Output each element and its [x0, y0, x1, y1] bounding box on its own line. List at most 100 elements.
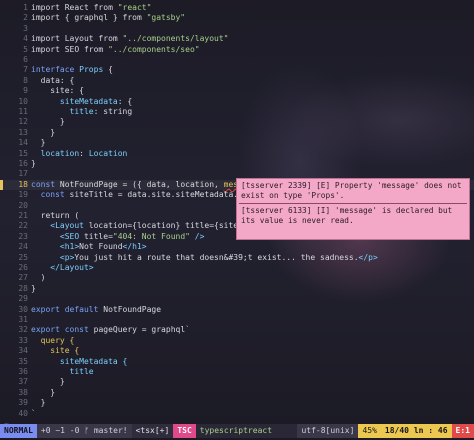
code-line[interactable]: 38 }	[0, 388, 474, 398]
code-token: }	[31, 377, 65, 387]
code-text: site {	[31, 346, 79, 356]
code-text: import Layout from "../components/layout…	[31, 34, 228, 44]
code-token: You just hit a route that doesn&#39;t ex…	[74, 252, 359, 262]
code-text: }	[31, 398, 46, 408]
line-number: 27	[18, 273, 28, 283]
line-number: 32	[18, 325, 28, 335]
code-text: }	[31, 284, 36, 294]
code-text: return (	[31, 211, 80, 221]
line-number: 7	[23, 65, 28, 75]
code-token: }	[31, 117, 65, 127]
code-line[interactable]: 15 location: Location	[0, 149, 474, 159]
code-line[interactable]: 14 }	[0, 138, 474, 148]
code-text: export const pageQuery = graphql`	[31, 325, 190, 335]
code-line[interactable]: 16}	[0, 159, 474, 169]
code-token: }	[31, 283, 36, 293]
code-line[interactable]: 8 data: {	[0, 76, 474, 86]
code-line[interactable]: 31	[0, 315, 474, 325]
code-line[interactable]: 12 }	[0, 117, 474, 127]
code-token: import SEO from	[31, 44, 109, 54]
code-token: data	[31, 75, 60, 85]
code-token: "../components/seo"	[108, 44, 200, 54]
code-line[interactable]: 35 siteMetadata {	[0, 357, 474, 367]
code-token: </p>	[358, 252, 378, 262]
code-line[interactable]: 1 import React from "react"	[0, 3, 474, 13]
code-line[interactable]: 30 export default NotFoundPage	[0, 305, 474, 315]
line-number: 1	[23, 3, 28, 12]
code-token: <p>	[31, 252, 75, 262]
code-line[interactable]: 26 </Layout>	[0, 263, 474, 273]
code-line[interactable]: 24 <h1>Not Found</h1>	[0, 242, 474, 252]
code-line[interactable]: 11 title: string	[0, 107, 474, 117]
line-number: 33	[18, 335, 28, 345]
code-text: siteMetadata {	[31, 357, 127, 367]
line-number: 15	[18, 148, 28, 158]
code-line[interactable]: 6	[0, 55, 474, 65]
code-line[interactable]: 39 }	[0, 398, 474, 408]
code-text: }	[31, 128, 55, 138]
code-line[interactable]: 27 )	[0, 273, 474, 283]
line-number: 3	[23, 23, 28, 33]
code-token: <Layout	[31, 221, 89, 231]
code-line[interactable]: 7 interface Props {	[0, 65, 474, 75]
line-number: 11	[18, 107, 28, 116]
line-number: 8	[23, 75, 28, 85]
code-token: return (	[31, 211, 80, 220]
code-token: </h1>	[122, 242, 147, 252]
code-line[interactable]: 36 title	[0, 367, 474, 377]
error-count-badge: E:1	[451, 424, 474, 438]
code-line[interactable]: 37 }	[0, 377, 474, 387]
code-token: "react"	[117, 3, 152, 12]
code-text: export default NotFoundPage	[31, 305, 161, 315]
line-number: 28	[18, 283, 28, 293]
line-position: 18/40	[384, 426, 409, 435]
line-number: 38	[18, 387, 28, 397]
line-number: 2	[23, 13, 28, 23]
line-number: 6	[23, 55, 28, 64]
code-line[interactable]: 5 import SEO from "../components/seo"	[0, 45, 474, 55]
buffer-tab[interactable]: <tsx[+]	[131, 424, 174, 438]
tsc-badge: TSC	[173, 424, 196, 438]
code-line[interactable]: 28}	[0, 284, 474, 294]
filetype-label: typescriptreact	[199, 426, 273, 435]
code-line[interactable]: 9 site: {	[0, 86, 474, 96]
code-text: title: string	[31, 107, 133, 117]
code-line[interactable]: 33 query {	[0, 336, 474, 346]
code-line[interactable]: 34 site {	[0, 346, 474, 356]
code-line[interactable]: 10 siteMetadata: {	[0, 97, 474, 107]
code-token: pageQuery = graphql	[93, 325, 186, 335]
code-token: site {	[31, 346, 80, 356]
code-line[interactable]: 3	[0, 24, 474, 34]
code-token: NotFoundPage	[103, 304, 162, 314]
column-number: 46	[437, 426, 448, 435]
code-line[interactable]: 4 import Layout from "../components/layou…	[0, 34, 474, 44]
line-number: 26	[18, 263, 28, 272]
code-token: import Layout from	[31, 34, 123, 44]
code-token: query {	[31, 335, 75, 345]
code-text: }	[31, 138, 46, 148]
line-number: 14	[18, 138, 28, 148]
code-token: : {	[69, 86, 84, 96]
code-line[interactable]: 40 `	[0, 409, 474, 419]
code-text: siteMetadata: {	[31, 97, 132, 107]
code-text: import SEO from "../components/seo"	[31, 45, 200, 55]
code-line[interactable]: 25 <p>You just hit a route that doesn&#3…	[0, 253, 474, 263]
code-line[interactable]: 29	[0, 294, 474, 304]
line-number: 13	[18, 127, 28, 137]
code-line[interactable]: 32 export const pageQuery = graphql`	[0, 325, 474, 335]
code-text: <Layout location={location} title={siteT	[31, 221, 243, 231]
code-text: interface Props {	[31, 65, 113, 75]
code-text: <p>You just hit a route that doesn&#39;t…	[31, 253, 378, 263]
code-text: `	[31, 409, 36, 419]
scroll-percent: 45%	[358, 424, 381, 438]
line-number: 24	[18, 242, 28, 252]
code-token: site	[31, 86, 70, 96]
line-number: 19	[18, 190, 28, 200]
code-line[interactable]: 2 import { graphql } from "gatsby"	[0, 13, 474, 23]
code-text: title	[31, 367, 94, 377]
code-token: NotFoundPage = ({ data, location,	[59, 179, 224, 189]
line-number: 35	[18, 356, 28, 366]
code-token: "404: Not Found"	[112, 231, 190, 241]
code-text: <SEO title="404: Not Found" />	[31, 231, 205, 242]
code-line[interactable]: 13 }	[0, 128, 474, 138]
